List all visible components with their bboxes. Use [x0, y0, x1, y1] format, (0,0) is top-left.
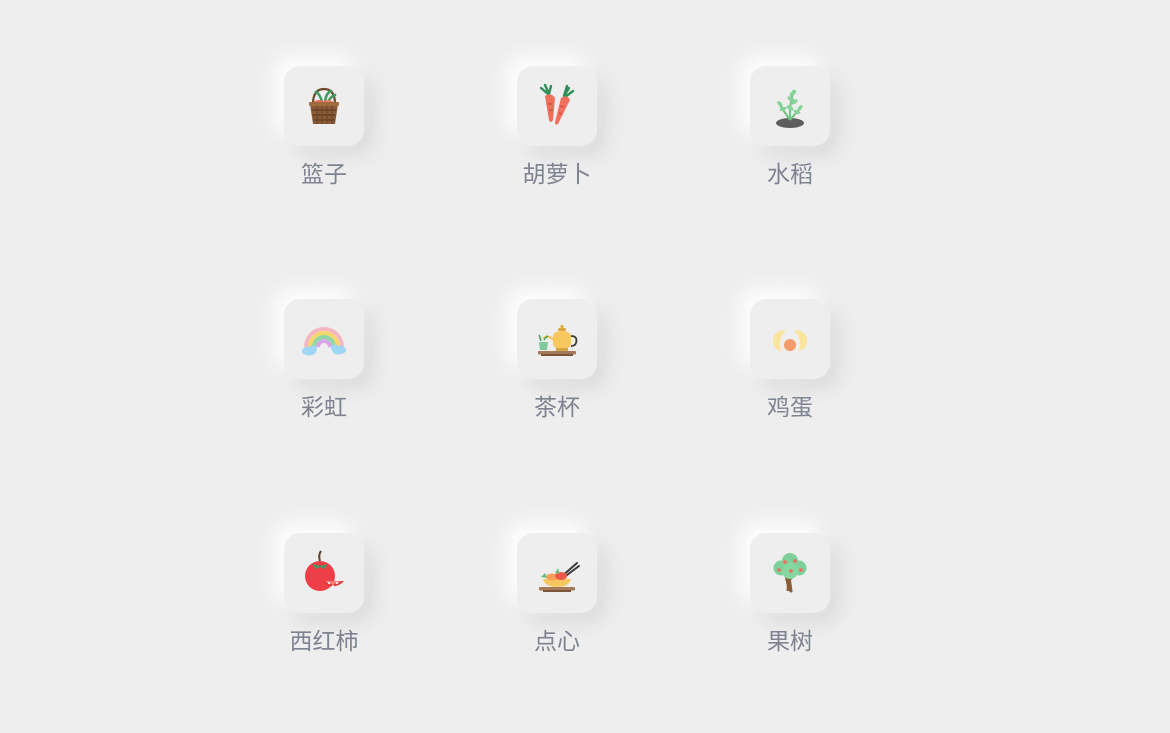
rice-plant-icon	[776, 89, 804, 128]
item-label: 鸡蛋	[767, 395, 813, 421]
item-label: 篮子	[301, 162, 347, 188]
icon-tile[interactable]	[284, 66, 364, 146]
item-label: 彩虹	[301, 395, 347, 421]
tomato-icon	[305, 550, 344, 591]
item-label: 水稻	[767, 162, 813, 188]
icon-tile[interactable]	[517, 299, 597, 379]
icon-tile[interactable]	[284, 299, 364, 379]
teapot-icon	[538, 324, 578, 356]
grid-item-basket[interactable]: 篮子	[254, 66, 394, 196]
grid-item-teapot[interactable]: 茶杯	[487, 299, 627, 429]
item-label: 西红柿	[289, 629, 359, 655]
carrot-icon	[539, 83, 575, 125]
icon-tile[interactable]	[750, 533, 830, 613]
grid-item-fruit-tree[interactable]: 果树	[720, 533, 860, 663]
grid-item-egg[interactable]: 鸡蛋	[720, 299, 860, 429]
item-label: 胡萝卜	[522, 162, 592, 188]
grid-item-rainbow[interactable]: 彩虹	[254, 299, 394, 429]
fruit-tree-icon	[773, 553, 807, 593]
grid-item-tomato[interactable]: 西红柿	[254, 533, 394, 663]
item-label: 果树	[767, 629, 813, 655]
icon-tile[interactable]	[517, 533, 597, 613]
icon-tile[interactable]	[284, 533, 364, 613]
grid-item-dim-sum[interactable]: 点心	[487, 533, 627, 663]
grid-item-rice-plant[interactable]: 水稻	[720, 66, 860, 196]
item-label: 茶杯	[534, 395, 580, 421]
egg-icon	[772, 330, 808, 351]
icon-grid: 篮子 胡萝卜 水稻 彩虹 茶杯 鸡蛋 西红柿 点心 果树	[0, 0, 1170, 733]
grid-item-carrot[interactable]: 胡萝卜	[487, 66, 627, 196]
basket-icon	[309, 87, 339, 124]
rainbow-icon	[302, 327, 346, 356]
icon-tile[interactable]	[750, 66, 830, 146]
dim-sum-icon	[539, 562, 580, 592]
icon-tile[interactable]	[750, 299, 830, 379]
icon-tile[interactable]	[517, 66, 597, 146]
item-label: 点心	[534, 629, 580, 655]
